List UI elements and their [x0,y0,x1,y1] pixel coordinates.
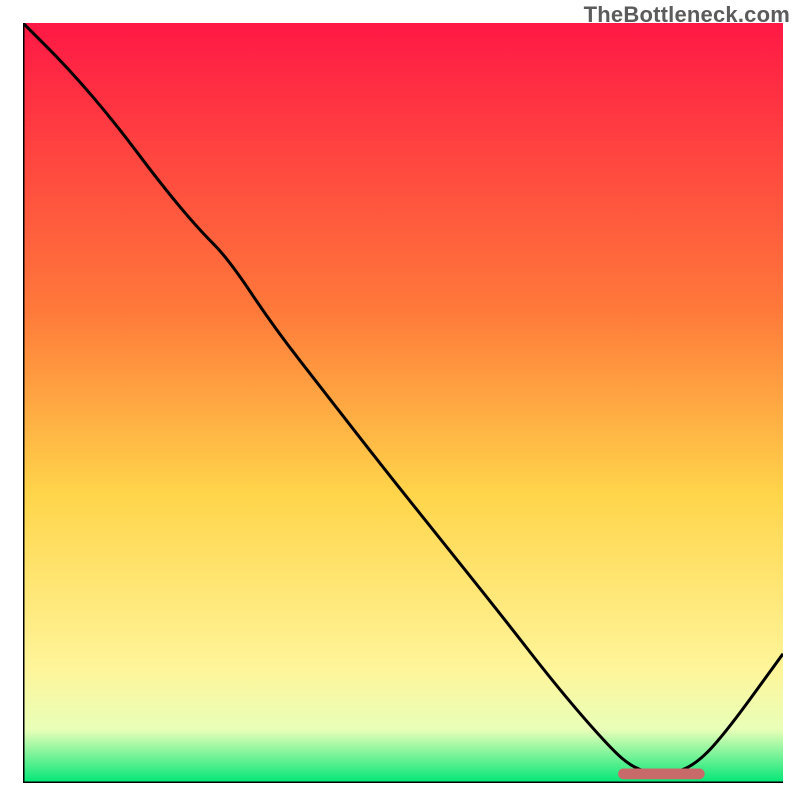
bottleneck-plot [23,23,783,783]
chart-container: TheBottleneck.com [0,0,800,800]
gradient-background [23,23,783,783]
